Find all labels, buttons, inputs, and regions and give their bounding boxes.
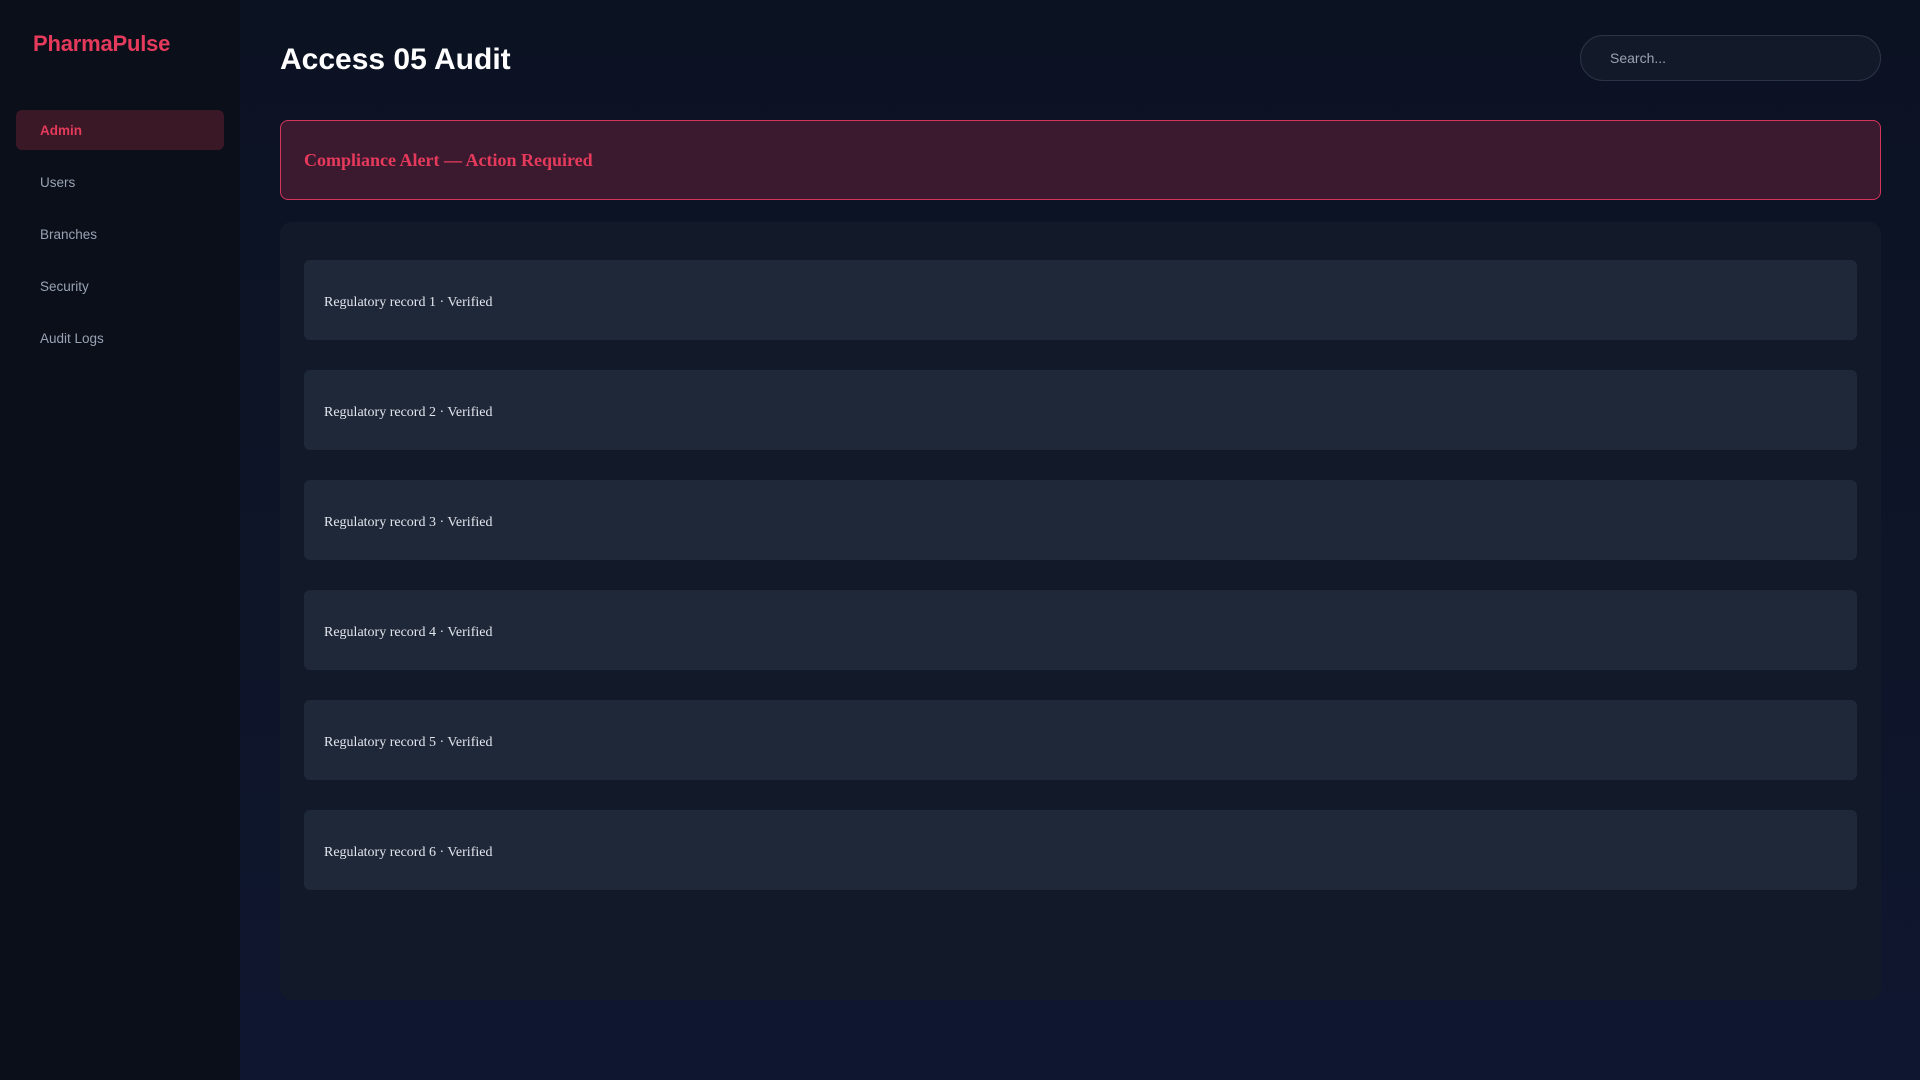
page-title: Access 05 Audit (280, 43, 511, 76)
main-content: Access 05 Audit Compliance Alert — Actio… (280, 0, 1881, 1080)
list-item[interactable]: Regulatory record 4 · Verified (304, 590, 1857, 670)
list-item[interactable]: Regulatory record 6 · Verified (304, 810, 1857, 890)
sidebar-item-admin[interactable]: Admin (16, 110, 224, 150)
sidebar-item-security[interactable]: Security (16, 266, 224, 306)
records-list: Regulatory record 1 · Verified Regulator… (304, 260, 1857, 920)
record-label: Regulatory record 1 · Verified (324, 295, 493, 310)
alert-message: Compliance Alert — Action Required (304, 149, 593, 170)
compliance-alert-banner: Compliance Alert — Action Required (280, 120, 1881, 200)
record-label: Regulatory record 4 · Verified (324, 625, 493, 640)
brand-logo[interactable]: PharmaPulse (33, 31, 170, 57)
search-input[interactable] (1580, 35, 1881, 81)
record-label: Regulatory record 3 · Verified (324, 515, 493, 530)
record-label: Regulatory record 6 · Verified (324, 845, 493, 860)
records-panel: Regulatory record 1 · Verified Regulator… (280, 222, 1881, 1000)
record-label: Regulatory record 5 · Verified (324, 735, 493, 750)
sidebar-nav: Admin Users Branches Security Audit Logs (16, 110, 224, 370)
list-item[interactable]: Regulatory record 1 · Verified (304, 260, 1857, 340)
sidebar-item-audit-logs[interactable]: Audit Logs (16, 318, 224, 358)
list-item[interactable]: Regulatory record 5 · Verified (304, 700, 1857, 780)
list-item[interactable]: Regulatory record 3 · Verified (304, 480, 1857, 560)
sidebar-item-users[interactable]: Users (16, 162, 224, 202)
sidebar: PharmaPulse Admin Users Branches Securit… (0, 0, 240, 1080)
sidebar-item-branches[interactable]: Branches (16, 214, 224, 254)
list-item[interactable]: Regulatory record 2 · Verified (304, 370, 1857, 450)
record-label: Regulatory record 2 · Verified (324, 405, 493, 420)
